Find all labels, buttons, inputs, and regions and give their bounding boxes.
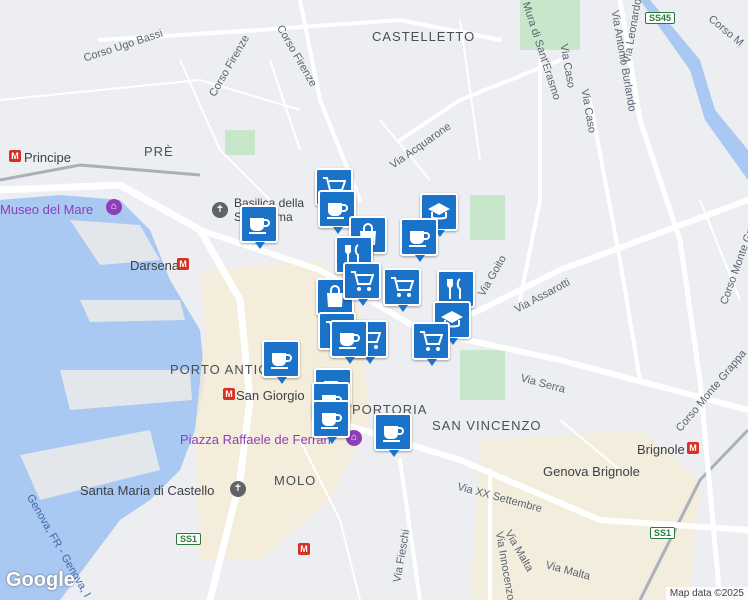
cafe-marker[interactable] [374,413,412,457]
river [640,0,748,180]
place-label: Darsena [130,258,180,273]
cafe-marker[interactable] [330,320,368,364]
harbour-pier-2 [80,300,185,322]
metro-icon[interactable]: M [687,442,699,454]
district-label: CASTELLETTO [372,29,476,44]
road-shield: SS1 [650,527,676,539]
minor-road [269,59,301,151]
place-label: Museo del Mare [0,202,94,217]
place-label: Piazza Raffaele de Ferrari [180,432,331,447]
metro-icon[interactable]: M [223,388,235,400]
park [460,350,505,400]
road [518,58,542,302]
road [398,58,562,142]
railway [0,163,201,182]
place-label: San Giorgio [236,388,305,403]
map-base-layer [0,0,748,600]
park [470,195,505,240]
place-label: Brignole [637,442,685,457]
shopping-cart-marker[interactable] [383,268,421,312]
cafe-marker[interactable] [400,218,438,262]
road-shield: SS1 [176,533,202,545]
cafe-marker[interactable] [262,340,300,384]
map-canvas[interactable]: CASTELLETTO PRÈ PORTORIA SAN VINCENZO MO… [0,0,748,600]
district-label: MOLO [274,473,317,488]
district-label: PRÈ [144,144,174,159]
metro-icon[interactable]: M [9,150,21,162]
cafe-marker[interactable] [240,205,278,249]
church-icon[interactable]: ✝ [230,481,246,497]
attribution[interactable]: Map data ©2025 [665,587,748,600]
metro-icon[interactable]: M [298,543,310,555]
district-label: SAN VINCENZO [432,418,542,433]
place-label: Principe [24,150,71,165]
place-label: Genova Brignole [543,464,640,479]
shopping-cart-marker[interactable] [343,262,381,306]
google-logo: Google [6,569,75,591]
park [225,130,255,155]
church-icon[interactable]: ✝ [212,202,228,218]
place-label: Santa Maria di Castello [80,483,215,498]
cafe-marker[interactable] [312,400,350,444]
shopping-cart-marker[interactable] [412,322,450,366]
metro-icon[interactable]: M [177,258,189,270]
minor-road [0,78,301,111]
museum-icon[interactable]: ⌂ [106,199,122,215]
road-shield: SS45 [645,12,676,24]
